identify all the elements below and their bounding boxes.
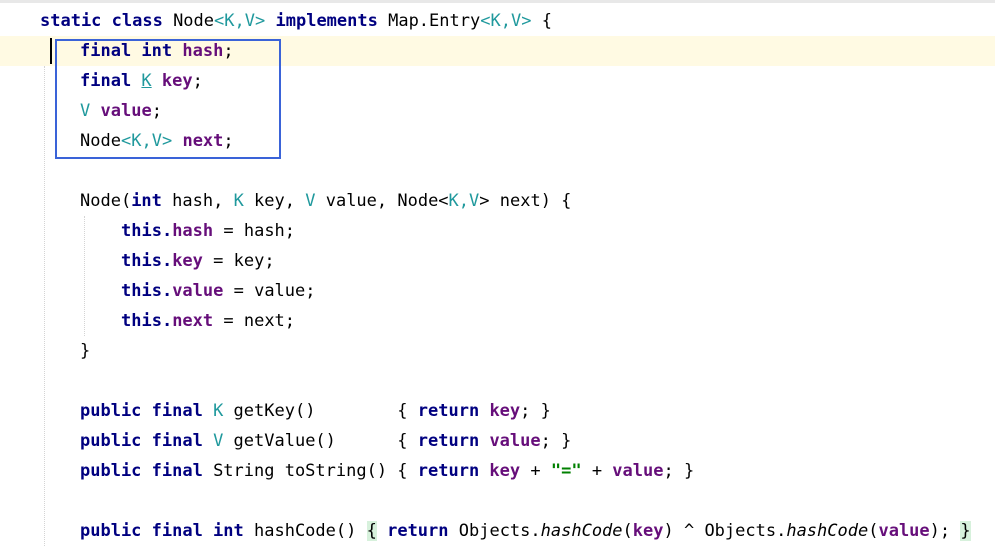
editor-top-border (0, 0, 995, 3)
code-line-15: public final int hashCode() { return Obj… (80, 521, 971, 541)
text-caret (50, 38, 52, 64)
code-line-11: } (80, 341, 91, 361)
code-line-12: public final K getKey() { return key; } (80, 401, 551, 421)
indent-guide (84, 216, 85, 336)
code-line-6: Node(int hash, K key, V value, Node<K,V>… (80, 191, 572, 211)
code-line-1: static class Node<K,V> implements Map.En… (40, 11, 552, 31)
code-line-9: this.value = value; (121, 281, 316, 301)
code-line-14: public final String toString() { return … (80, 461, 695, 481)
code-editor[interactable]: static class Node<K,V> implements Map.En… (0, 0, 995, 546)
code-line-13: public final V getValue() { return value… (80, 431, 572, 451)
code-line-10: this.next = next; (121, 311, 296, 331)
selection-box (55, 39, 281, 159)
indent-guide (44, 66, 45, 546)
code-line-8: this.key = key; (121, 251, 275, 271)
code-line-7: this.hash = hash; (121, 221, 296, 241)
